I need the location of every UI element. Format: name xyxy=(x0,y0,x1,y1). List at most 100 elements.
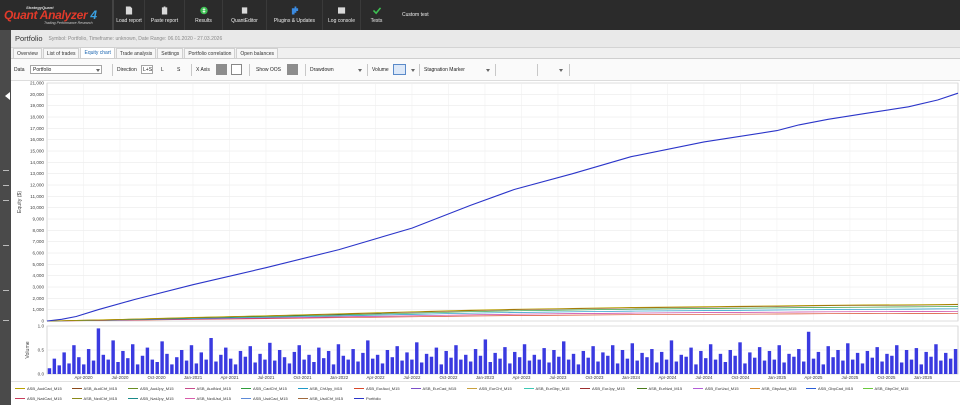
tab-overview[interactable]: Overview xyxy=(13,48,42,58)
sidebar-mark xyxy=(3,185,9,186)
legend-item[interactable]: ASB_AudChf_M15 xyxy=(71,386,117,391)
direction-l-button[interactable]: L xyxy=(161,59,164,81)
tab-trade-analysis[interactable]: Trade analysis xyxy=(115,48,157,58)
divider xyxy=(191,64,192,76)
legend-item[interactable]: ASB_UsdCad_M15 xyxy=(241,396,288,401)
legend-item[interactable]: ASB_GbpAud_M15 xyxy=(749,386,796,391)
legend-item[interactable]: ASB_NzdCad_M15 xyxy=(15,396,62,401)
divider xyxy=(249,64,250,76)
chart-type-icon[interactable] xyxy=(231,64,242,75)
legend-item[interactable]: ASB_EurUsd_M15 xyxy=(693,386,739,391)
chart-area-icon[interactable] xyxy=(520,64,531,75)
legend-item[interactable]: ASB_AudNzd_M15 xyxy=(184,386,231,391)
tab-portfolio-correlation[interactable]: Portfolio correlation xyxy=(184,48,236,58)
chevron-down-icon[interactable] xyxy=(358,69,362,72)
x-tick-label: Oct-2020 xyxy=(147,375,166,380)
legend-item[interactable]: ASB_EurAud_M15 xyxy=(354,386,400,391)
chart-grid-icon[interactable] xyxy=(594,64,605,75)
stagnation-icon[interactable] xyxy=(470,64,481,75)
volume-bar xyxy=(444,350,448,374)
drawdown-label: Drawdown xyxy=(310,67,334,73)
volume-bar xyxy=(841,360,845,374)
tab-settings[interactable]: Settings xyxy=(157,48,184,58)
custom-test-button[interactable]: Custom test xyxy=(392,12,429,18)
legend-item[interactable]: ASB_NzdUsd_M15 xyxy=(184,396,231,401)
legend-item[interactable]: ASB_UsdChf_M15 xyxy=(297,396,343,401)
legend-item[interactable]: ASB_EurNzd_M15 xyxy=(636,386,683,391)
volume-bar xyxy=(846,343,850,374)
legend-item[interactable]: ASB_AudJpy_M15 xyxy=(128,386,174,391)
volume-bar xyxy=(312,362,316,374)
y-tick-label: 14,000 xyxy=(30,160,44,165)
legend-label: ASB_AudJpy_M15 xyxy=(140,386,174,391)
plugins-button[interactable]: Plugins & Updates xyxy=(266,0,322,30)
collapse-arrow-icon[interactable] xyxy=(5,92,10,100)
chart-export-icon[interactable] xyxy=(577,64,588,75)
volume-bar xyxy=(106,359,110,374)
log-console-button[interactable]: Log console xyxy=(322,0,360,30)
direction-ls-button[interactable]: L+S xyxy=(141,65,153,74)
show-oos-toggle[interactable] xyxy=(287,64,298,75)
legend-item[interactable]: Portfolio xyxy=(354,396,381,401)
legend-item[interactable]: ASB_AudCad_M15 xyxy=(15,386,62,391)
chevron-down-icon[interactable] xyxy=(411,69,415,72)
volume-bar xyxy=(317,347,321,374)
volume-bar xyxy=(708,344,713,374)
legend-item[interactable]: ASB_NzdJpy_M15 xyxy=(128,396,174,401)
volume-bar xyxy=(47,368,52,374)
x-tick-label: Apr-2021 xyxy=(220,375,239,380)
legend-item[interactable]: ASB_CadChf_M15 xyxy=(241,386,287,391)
direction-label: Direction xyxy=(117,67,137,73)
equity-chart[interactable]: 01,0002,0003,0004,0005,0006,0007,0008,00… xyxy=(11,81,960,381)
legend-item[interactable]: ASB_EurGbp_M15 xyxy=(523,386,570,391)
volume-bar xyxy=(419,362,424,374)
load-report-button[interactable]: Load report xyxy=(112,0,144,30)
paste-report-button[interactable]: Paste report xyxy=(144,0,184,30)
direction-s-button[interactable]: S xyxy=(177,59,180,81)
left-sidebar[interactable] xyxy=(0,30,11,405)
volume-bar xyxy=(121,350,125,374)
volume-bar xyxy=(145,347,150,374)
x-axis-toggle[interactable] xyxy=(216,64,227,75)
data-select[interactable]: Portfolio xyxy=(30,65,102,74)
tests-button[interactable]: Tests xyxy=(360,0,392,30)
volume-bar xyxy=(816,351,821,374)
volume-bar xyxy=(704,358,708,374)
legend-item[interactable]: ASB_EurJpy_M15 xyxy=(580,386,625,391)
chevron-down-icon[interactable] xyxy=(96,69,100,72)
results-label: Results xyxy=(195,18,212,24)
volume-bar xyxy=(919,364,923,374)
volume-bar xyxy=(415,342,419,374)
volume-bar xyxy=(909,359,914,374)
volume-bar xyxy=(468,361,473,374)
legend-label: ASB_EurAud_M15 xyxy=(366,386,400,391)
volume-bar xyxy=(674,361,679,374)
quant-editor-button[interactable]: QuantEditor xyxy=(222,0,266,30)
volume-bar xyxy=(385,350,390,374)
volume-bar xyxy=(684,356,688,374)
legend-swatch xyxy=(184,388,195,389)
legend-item[interactable]: ASB_EurCad_M15 xyxy=(410,386,456,391)
chart-line-icon[interactable] xyxy=(504,64,515,75)
legend-item[interactable]: ASB_GbpChf_M15 xyxy=(862,386,909,391)
volume-bar xyxy=(885,353,889,374)
chart-scale-icon[interactable] xyxy=(543,64,554,75)
volume-bar xyxy=(175,357,179,374)
results-button[interactable]: Results xyxy=(184,0,222,30)
portfolio-info: Symbol: Portfolio, Timeframe: unknown, D… xyxy=(48,35,223,42)
chevron-down-icon[interactable] xyxy=(559,69,563,72)
volume-bar xyxy=(224,347,228,374)
tab-open-balances[interactable]: Open balances xyxy=(236,48,279,58)
legend-item[interactable]: ASB_EurChf_M15 xyxy=(467,386,512,391)
chevron-down-icon[interactable] xyxy=(486,69,490,72)
legend-label: ASB_EurNzd_M15 xyxy=(648,386,683,391)
legend-item[interactable]: ASB_GbpCad_M15 xyxy=(806,386,853,391)
legend-item[interactable]: ASB_NzdChf_M15 xyxy=(71,396,117,401)
divider xyxy=(419,64,420,76)
volume-bar xyxy=(434,347,439,374)
tab-equity-chart[interactable]: Equity chart xyxy=(80,47,115,58)
legend-item[interactable]: ASB_ChfJpy_M15 xyxy=(297,386,342,391)
tab-list-of-trades[interactable]: List of trades xyxy=(42,48,80,58)
volume-icon[interactable] xyxy=(393,64,406,75)
drawdown-icon[interactable] xyxy=(342,64,353,75)
